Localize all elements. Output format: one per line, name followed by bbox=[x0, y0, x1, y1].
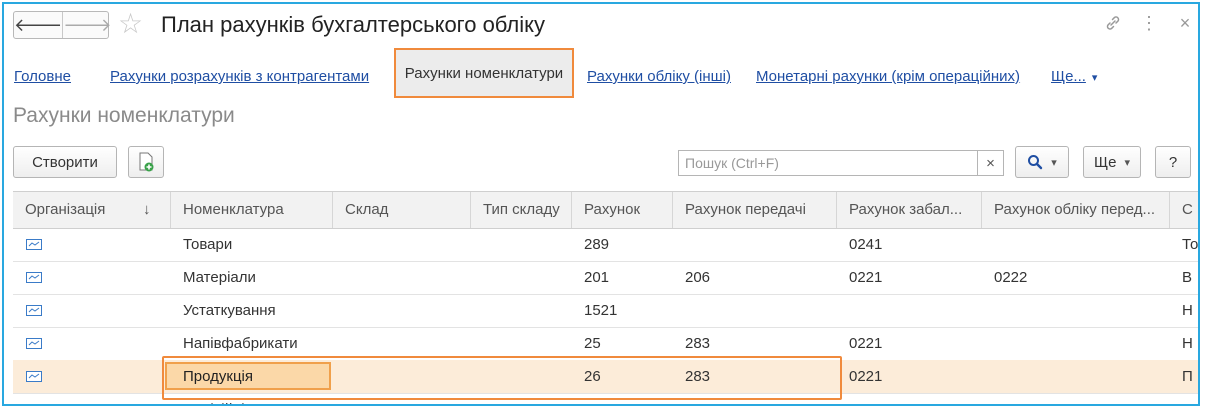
sort-descending-icon: ↓ bbox=[143, 201, 151, 218]
help-button-label: ? bbox=[1168, 153, 1178, 171]
tab-more-label: Ще... bbox=[1051, 68, 1086, 85]
create-button-label: Створити bbox=[32, 153, 98, 171]
cell-account: 289 bbox=[584, 236, 610, 253]
cell-cut-off: Н bbox=[1182, 302, 1193, 319]
table-row[interactable]: Товари 289 0241 То bbox=[13, 228, 1198, 262]
cell-cut-off: То bbox=[1182, 236, 1199, 253]
cell-transfer: 206 bbox=[685, 269, 711, 286]
cell-nomenclature[interactable]: Продукція bbox=[171, 360, 253, 393]
column-header-accounting-transfer[interactable]: Рахунок обліку перед... bbox=[982, 192, 1170, 228]
cell-nomenclature: Товари bbox=[183, 236, 233, 253]
cell-cut-off: Н bbox=[1182, 335, 1193, 352]
cell-offbalance: 0241 bbox=[849, 236, 883, 253]
table-row[interactable]: Устаткування 1521 Н bbox=[13, 294, 1198, 328]
table-row[interactable]: Напівфабрикати 25 283 0221 Н bbox=[13, 327, 1198, 361]
search-input[interactable]: Пошук (Ctrl+F) bbox=[678, 150, 978, 176]
search-options-button[interactable]: ▾ bbox=[1015, 146, 1069, 178]
column-header-transfer-account[interactable]: Рахунок передачі bbox=[673, 192, 837, 228]
chevron-down-icon: ▾ bbox=[1051, 156, 1057, 169]
back-arrow-icon[interactable]: 🡐 bbox=[14, 12, 62, 38]
register-entry-icon bbox=[26, 239, 42, 250]
close-icon[interactable]: × bbox=[1172, 10, 1198, 36]
cell-transfer bbox=[673, 228, 685, 261]
cell-transfer bbox=[673, 294, 685, 327]
tab-main[interactable]: Головне bbox=[14, 68, 71, 85]
table-row-selected[interactable]: Продукція 26 283 0221 П bbox=[13, 360, 1198, 394]
title-bar: 🡐 🡒 ☆ План рахунків бухгалтерського облі… bbox=[4, 4, 1198, 46]
history-nav: 🡐 🡒 bbox=[13, 11, 112, 39]
column-header-label: Організація bbox=[25, 201, 106, 218]
table-row[interactable]: Матеріали 201 206 0221 0222 В bbox=[13, 261, 1198, 295]
column-header-account[interactable]: Рахунок bbox=[572, 192, 673, 228]
search-icon bbox=[1028, 155, 1043, 170]
cell-offbalance bbox=[837, 294, 849, 327]
column-header-organization[interactable]: Організація ↓ bbox=[13, 192, 171, 228]
cell-account: 25 bbox=[584, 335, 601, 352]
register-entry-icon bbox=[26, 404, 42, 406]
register-entry-icon bbox=[26, 338, 42, 349]
forward-arrow-icon[interactable]: 🡒 bbox=[62, 12, 112, 38]
tab-nomenclature-accounts[interactable]: Рахунки номенклатури bbox=[394, 48, 574, 98]
window-title: План рахунків бухгалтерського обліку bbox=[161, 12, 546, 37]
table-header: Організація ↓ Номенклатура Склад Тип скл… bbox=[13, 191, 1198, 229]
more-button-label: Ще bbox=[1094, 153, 1117, 171]
more-button[interactable]: Ще ▾ bbox=[1083, 146, 1141, 178]
cell-accounting-transfer: 0222 bbox=[994, 269, 1028, 286]
cell-offbalance: 0221 bbox=[849, 335, 883, 352]
help-button[interactable]: ? bbox=[1155, 146, 1191, 178]
chevron-down-icon: ▾ bbox=[1124, 156, 1130, 169]
cell-account: 1521 bbox=[584, 302, 618, 319]
app-window: 🡐 🡒 ☆ План рахунків бухгалтерського облі… bbox=[2, 2, 1200, 406]
column-header-warehouse-type[interactable]: Тип складу bbox=[471, 192, 572, 228]
cell-account: 201 bbox=[584, 269, 610, 286]
cell-accounting-transfer bbox=[982, 294, 994, 327]
tab-other-accounts[interactable]: Рахунки обліку (інші) bbox=[587, 68, 731, 85]
tab-more[interactable]: Ще... ▾ bbox=[1051, 68, 1097, 85]
register-entry-icon bbox=[26, 272, 42, 283]
table-row[interactable]: Комісійні витрати П bbox=[13, 393, 1198, 406]
column-header-nomenclature[interactable]: Номенклатура bbox=[171, 192, 333, 228]
create-button[interactable]: Створити bbox=[13, 146, 117, 178]
cell-cut-off: П bbox=[1170, 393, 1193, 404]
tab-nomenclature-accounts-label: Рахунки номенклатури bbox=[404, 64, 564, 82]
cell-offbalance: 0221 bbox=[849, 269, 883, 286]
favorite-star-icon[interactable]: ☆ bbox=[118, 8, 143, 40]
title-actions: ⋮ × bbox=[1100, 10, 1198, 36]
create-copy-button[interactable] bbox=[128, 146, 164, 178]
cell-nomenclature: Устаткування bbox=[183, 302, 276, 319]
cell-offbalance: 0221 bbox=[849, 368, 883, 385]
cell-accounting-transfer bbox=[982, 327, 994, 360]
tab-monetary-accounts[interactable]: Монетарні рахунки (крім операційних) bbox=[756, 68, 1020, 85]
column-header-offbalance-account[interactable]: Рахунок забал... bbox=[837, 192, 982, 228]
cell-nomenclature: Матеріали bbox=[183, 269, 256, 286]
register-entry-icon bbox=[26, 371, 42, 382]
more-menu-icon[interactable]: ⋮ bbox=[1136, 10, 1162, 36]
link-icon[interactable] bbox=[1100, 10, 1126, 36]
cell-accounting-transfer bbox=[982, 360, 994, 393]
cell-accounting-transfer bbox=[982, 228, 994, 261]
add-document-icon bbox=[139, 152, 154, 172]
column-header-warehouse[interactable]: Склад bbox=[333, 192, 471, 228]
cell-cut-off: П bbox=[1182, 368, 1193, 385]
page-title: Рахунки номенклатури bbox=[13, 104, 235, 127]
cell-nomenclature: Комісійні витрати bbox=[171, 393, 304, 404]
cell-nomenclature: Напівфабрикати bbox=[183, 335, 298, 352]
column-header-cut-off[interactable]: С bbox=[1170, 192, 1198, 228]
cell-account: 26 bbox=[584, 368, 601, 385]
chevron-down-icon: ▾ bbox=[1091, 72, 1098, 84]
cell-transfer: 283 bbox=[685, 368, 711, 385]
cell-cut-off: В bbox=[1182, 269, 1193, 286]
tab-counterparty-accounts[interactable]: Рахунки розрахунків з контрагентами bbox=[110, 68, 369, 85]
register-entry-icon bbox=[26, 305, 42, 316]
clear-search-icon[interactable]: × bbox=[978, 150, 1004, 176]
section-tabs: Головне Рахунки розрахунків з контрагент… bbox=[4, 48, 1198, 102]
cell-transfer: 283 bbox=[685, 335, 711, 352]
